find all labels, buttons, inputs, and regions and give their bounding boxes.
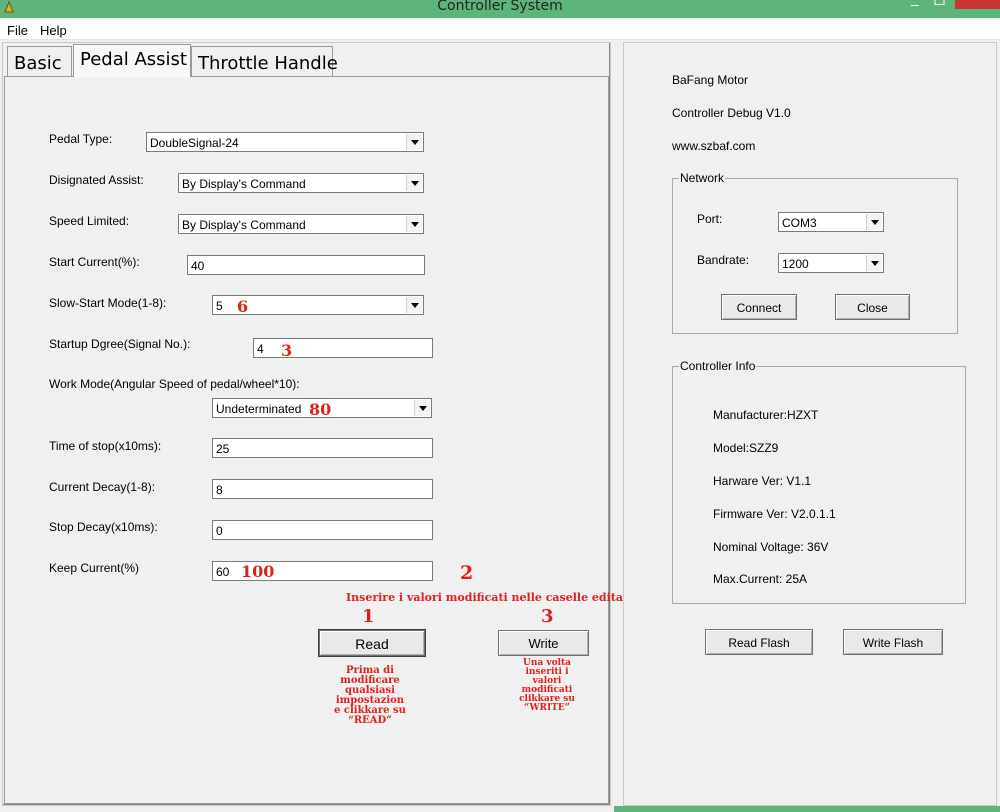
designated-assist-label: Disignated Assist: [49,173,144,187]
read-instruction-note: Prima di modificare qualsiasi impostazio… [328,666,412,726]
start-current-input[interactable]: 40 [187,255,425,275]
chevron-down-icon[interactable] [866,214,882,230]
port-label: Port: [697,212,723,226]
start-current-label: Start Current(%): [49,255,140,269]
keep-current-annotation: 100 [241,562,275,581]
window-title: Controller System [437,0,563,14]
chevron-down-icon[interactable] [406,134,422,150]
time-of-stop-label: Time of stop(x10ms): [49,439,162,453]
tab-pedal-assist[interactable]: Pedal Assist [73,44,191,77]
designated-assist-value: By Display's Command [182,177,306,191]
work-mode-value: Undeterminated [216,402,302,416]
close-window-button[interactable] [955,0,1000,9]
port-select[interactable]: COM3 [778,212,884,232]
pedal-type-select[interactable]: DoubleSignal-24 [146,132,424,152]
write-button[interactable]: Write [498,630,589,656]
step-1-marker: 1 [362,606,375,627]
menu-bar: File Help [0,20,1000,40]
port-value: COM3 [782,216,817,230]
brand-text: BaFang Motor [672,73,749,87]
speed-limited-label: Speed Limited: [49,214,130,228]
read-button[interactable]: Read [319,630,425,656]
stop-decay-input[interactable]: 0 [212,520,433,540]
menu-file[interactable]: File [7,23,28,38]
controller-info-legend: Controller Info [679,359,757,373]
title-bar: Controller System [0,0,1000,18]
menu-help[interactable]: Help [40,23,67,38]
current-decay-input[interactable]: 8 [212,479,433,499]
pedal-type-label: Pedal Type: [49,132,113,146]
work-mode-annotation: 80 [309,400,332,419]
chevron-down-icon[interactable] [866,255,882,271]
manufacturer-text: Manufacturer:HZXT [713,408,819,422]
write-note-line: “WRITE” [524,703,570,713]
connect-button[interactable]: Connect [721,294,797,320]
slow-start-mode-label: Slow-Start Mode(1-8): [49,296,167,310]
designated-assist-select[interactable]: By Display's Command [178,173,424,193]
debug-version-text: Controller Debug V1.0 [672,106,791,120]
max-current-text: Max.Current: 25A [713,572,808,586]
keep-current-label: Keep Current(%) [49,561,140,575]
baudrate-label: Bandrate: [697,253,750,267]
chevron-down-icon[interactable] [414,400,430,416]
speed-limited-value: By Display's Command [182,218,306,232]
work-mode-label: Work Mode(Angular Speed of pedal/wheel*1… [49,377,300,391]
model-text: Model:SZZ9 [713,441,779,455]
hardware-version-text: Harware Ver: V1.1 [713,474,812,488]
tab-throttle-handle[interactable]: Throttle Handle [191,46,338,76]
read-flash-button[interactable]: Read Flash [705,629,813,655]
chevron-down-icon[interactable] [406,216,422,232]
maximize-icon[interactable] [934,0,946,6]
taskbar-strip [614,806,1000,812]
startup-degree-input[interactable]: 4 [253,338,433,358]
close-port-button[interactable]: Close [835,294,910,320]
write-flash-button[interactable]: Write Flash [843,629,943,655]
instruction-text: Inserire i valori modificati nelle casel… [346,591,644,604]
pedal-type-value: DoubleSignal-24 [150,136,239,150]
read-note-line: “READ” [348,715,392,726]
stop-decay-label: Stop Decay(x10ms): [49,520,158,534]
startup-degree-label: Startup Dgree(Signal No.): [49,337,191,351]
speed-limited-select[interactable]: By Display's Command [178,214,424,234]
nominal-voltage-text: Nominal Voltage: 36V [713,540,829,554]
baudrate-value: 1200 [782,257,809,271]
baudrate-select[interactable]: 1200 [778,253,884,273]
time-of-stop-input[interactable]: 25 [212,438,433,458]
slow-start-annotation: 6 [237,297,249,316]
startup-degree-annotation: 3 [281,341,293,360]
chevron-down-icon[interactable] [406,175,422,191]
firmware-version-text: Firmware Ver: V2.0.1.1 [713,507,836,521]
current-decay-label: Current Decay(1-8): [49,480,156,494]
website-text: www.szbaf.com [672,139,756,153]
minimize-icon[interactable] [908,0,922,10]
tab-basic[interactable]: Basic [7,46,72,76]
network-legend: Network [679,171,726,185]
step-3-marker: 3 [541,606,554,627]
chevron-down-icon[interactable] [406,297,422,313]
step-2-marker: 2 [460,562,474,584]
slow-start-mode-value: 5 [216,299,223,313]
write-instruction-note: Una volta inseriti i valori modificati c… [512,659,582,713]
